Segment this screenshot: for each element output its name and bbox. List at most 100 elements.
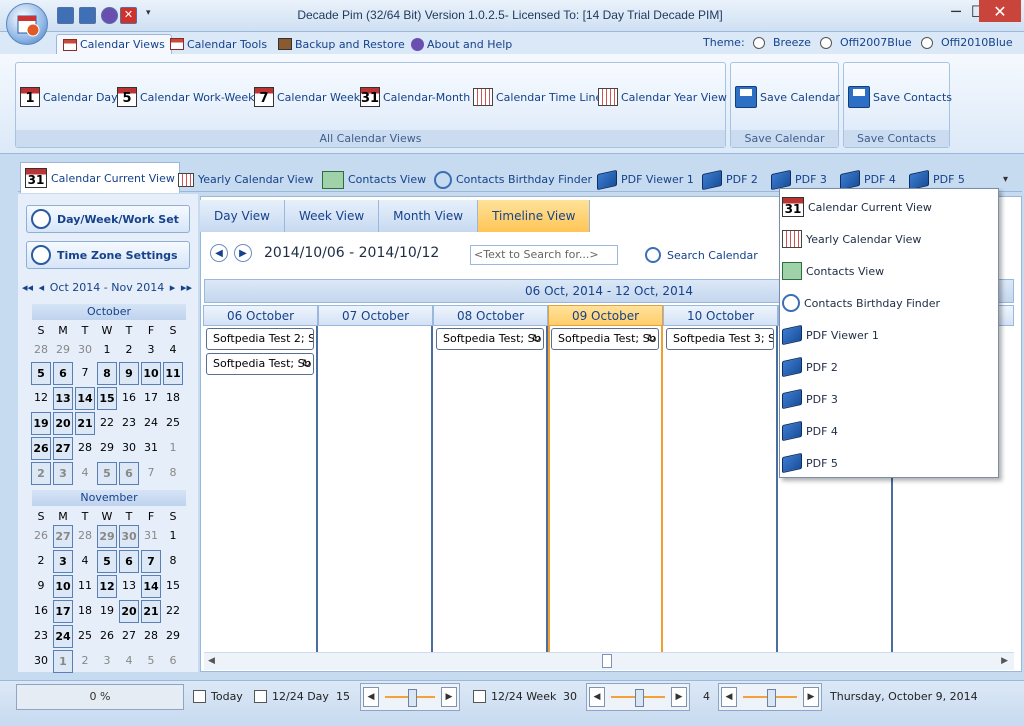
calendar-day[interactable]: 28 bbox=[30, 338, 52, 361]
calendar-day[interactable]: 8 bbox=[97, 362, 117, 385]
calendar-day[interactable]: 16 bbox=[118, 386, 140, 409]
slider-track[interactable] bbox=[385, 689, 435, 707]
calendar-day[interactable]: 6 bbox=[119, 462, 139, 485]
tab-contacts-view[interactable]: Contacts View bbox=[318, 166, 430, 193]
calendar-day[interactable]: 25 bbox=[162, 411, 184, 434]
calendar-day[interactable]: 19 bbox=[31, 412, 51, 435]
menu-item-contacts-view[interactable]: Contacts View bbox=[782, 257, 996, 285]
calendar-day[interactable]: 23 bbox=[30, 624, 52, 647]
week-1224-checkbox[interactable]: 12/24 Week bbox=[473, 690, 556, 703]
calendar-day[interactable]: 24 bbox=[140, 411, 162, 434]
menu-item-yearly-calendar-view[interactable]: Yearly Calendar View bbox=[782, 225, 996, 253]
calendar-day[interactable]: 26 bbox=[96, 624, 118, 647]
calendar-day[interactable]: 30 bbox=[118, 436, 140, 459]
zoom-slider[interactable]: ◀ ▶ bbox=[718, 683, 822, 711]
day-header-07[interactable]: 07 October bbox=[318, 305, 433, 326]
prev-year-icon[interactable]: ◂◂ bbox=[22, 281, 33, 294]
save-all-icon[interactable] bbox=[79, 7, 96, 24]
qat-dropdown-icon[interactable]: ▾ bbox=[146, 8, 151, 18]
calendar-day[interactable]: 29 bbox=[52, 338, 74, 361]
calendar-day[interactable]: 1 bbox=[96, 338, 118, 361]
calendar-day[interactable]: 17 bbox=[53, 600, 73, 623]
calendar-day[interactable]: 27 bbox=[53, 437, 73, 460]
calendar-day[interactable]: 20 bbox=[119, 600, 139, 623]
time-zone-settings-button[interactable]: Time Zone Settings bbox=[26, 241, 190, 269]
calendar-day[interactable]: 19 bbox=[96, 599, 118, 622]
calendar-day[interactable]: 31 bbox=[140, 524, 162, 547]
increment-icon[interactable]: ▶ bbox=[671, 687, 687, 707]
calendar-day[interactable]: 2 bbox=[74, 649, 96, 672]
calendar-day[interactable]: 22 bbox=[162, 599, 184, 622]
calendar-day[interactable]: 27 bbox=[53, 525, 73, 548]
calendar-day[interactable]: 21 bbox=[75, 412, 95, 435]
day-column[interactable] bbox=[433, 326, 548, 652]
calendar-day[interactable]: 7 bbox=[141, 550, 161, 573]
day-column[interactable] bbox=[318, 326, 433, 652]
tab-birthday-finder[interactable]: Contacts Birthday Finder bbox=[430, 166, 596, 193]
tab-about-help[interactable]: About and Help bbox=[405, 34, 518, 54]
today-checkbox[interactable]: Today bbox=[193, 690, 243, 703]
calendar-day[interactable]: 16 bbox=[30, 599, 52, 622]
day-header-09-today[interactable]: 09 October bbox=[548, 305, 663, 326]
menu-item-pdf-2[interactable]: PDF 2 bbox=[782, 353, 996, 381]
calendar-day-button[interactable]: 1 Calendar Day bbox=[20, 84, 118, 110]
horizontal-scrollbar[interactable]: ◀ ▶ bbox=[204, 652, 1014, 670]
calendar-day[interactable]: 29 bbox=[162, 624, 184, 647]
calendar-day[interactable]: 4 bbox=[118, 649, 140, 672]
calendar-day[interactable]: 11 bbox=[163, 362, 183, 385]
calendar-day[interactable]: 5 bbox=[31, 362, 51, 385]
app-menu-button[interactable] bbox=[6, 3, 48, 45]
calendar-day[interactable]: 3 bbox=[53, 550, 73, 573]
calendar-day[interactable]: 12 bbox=[97, 575, 117, 598]
decrement-icon[interactable]: ◀ bbox=[721, 687, 737, 707]
calendar-day[interactable]: 28 bbox=[74, 436, 96, 459]
calendar-timeline-button[interactable]: Calendar Time Line bbox=[473, 84, 602, 110]
calendar-day[interactable]: 4 bbox=[74, 461, 96, 484]
calendar-day[interactable]: 3 bbox=[96, 649, 118, 672]
calendar-day[interactable]: 6 bbox=[119, 550, 139, 573]
calendar-day[interactable]: 28 bbox=[140, 624, 162, 647]
calendar-day[interactable]: 5 bbox=[97, 550, 117, 573]
calendar-day[interactable]: 31 bbox=[140, 436, 162, 459]
calendar-day[interactable]: 17 bbox=[140, 386, 162, 409]
calendar-day[interactable]: 7 bbox=[140, 461, 162, 484]
calendar-day[interactable]: 14 bbox=[141, 575, 161, 598]
increment-icon[interactable]: ▶ bbox=[441, 687, 457, 707]
calendar-day[interactable]: 7 bbox=[74, 361, 96, 384]
calendar-month-button[interactable]: 31 Calendar-Month bbox=[360, 84, 470, 110]
calendar-day[interactable]: 30 bbox=[30, 649, 52, 672]
prev-range-icon[interactable]: ◀ bbox=[210, 244, 228, 262]
slider-track[interactable] bbox=[743, 689, 797, 707]
slider-track[interactable] bbox=[611, 689, 665, 707]
day-view-button[interactable]: Day View bbox=[200, 200, 285, 232]
tab-calendar-views[interactable]: Calendar Views bbox=[56, 34, 172, 54]
decrement-icon[interactable]: ◀ bbox=[589, 687, 605, 707]
calendar-day[interactable]: 27 bbox=[118, 624, 140, 647]
calendar-day[interactable]: 12 bbox=[30, 386, 52, 409]
week-interval-slider[interactable]: ◀ ▶ bbox=[586, 683, 690, 711]
calendar-day[interactable]: 30 bbox=[74, 338, 96, 361]
calendar-day[interactable]: 1 bbox=[162, 524, 184, 547]
calendar-day[interactable]: 5 bbox=[97, 462, 117, 485]
theme-breeze-radio[interactable]: Breeze bbox=[753, 36, 811, 49]
calendar-day[interactable]: 18 bbox=[74, 599, 96, 622]
day-header-06[interactable]: 06 October bbox=[203, 305, 318, 326]
next-year-icon[interactable]: ▸▸ bbox=[181, 281, 192, 294]
calendar-day[interactable]: 26 bbox=[31, 437, 51, 460]
calendar-day[interactable]: 18 bbox=[162, 386, 184, 409]
calendar-day[interactable]: 6 bbox=[53, 362, 73, 385]
help-icon[interactable] bbox=[101, 7, 118, 24]
timeline-view-button[interactable]: Timeline View bbox=[478, 200, 591, 232]
menu-item-pdf-3[interactable]: PDF 3 bbox=[782, 385, 996, 413]
menu-item-pdf-4[interactable]: PDF 4 bbox=[782, 417, 996, 445]
calendar-day[interactable]: 2 bbox=[118, 338, 140, 361]
calendar-day[interactable]: 10 bbox=[141, 362, 161, 385]
calendar-day[interactable]: 20 bbox=[53, 412, 73, 435]
calendar-day[interactable]: 5 bbox=[140, 649, 162, 672]
calendar-day[interactable]: 9 bbox=[30, 574, 52, 597]
calendar-day[interactable]: 10 bbox=[53, 575, 73, 598]
next-range-icon[interactable]: ▶ bbox=[234, 244, 252, 262]
calendar-day[interactable]: 25 bbox=[74, 624, 96, 647]
tab-calendar-tools[interactable]: Calendar Tools bbox=[164, 34, 273, 54]
month-view-button[interactable]: Month View bbox=[379, 200, 479, 232]
